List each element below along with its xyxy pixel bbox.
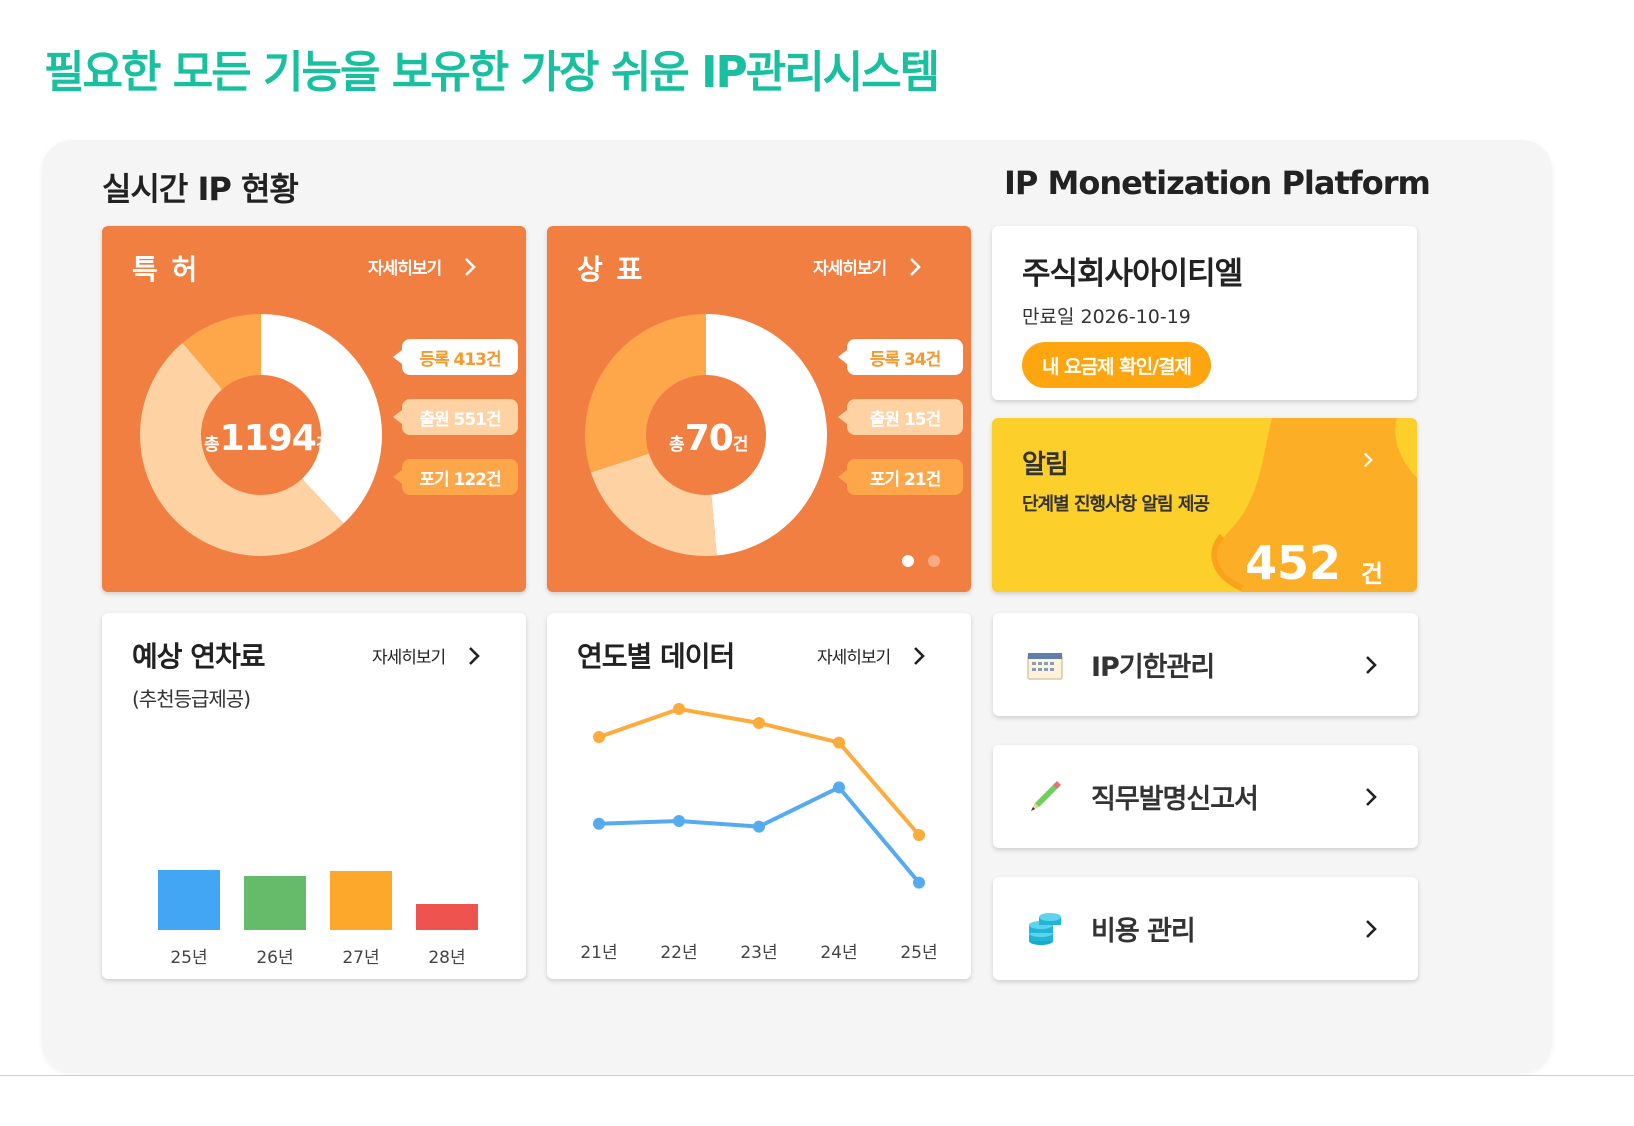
fee-x-label: 27년: [342, 948, 380, 968]
total-prefix: 총: [669, 435, 685, 455]
series-line-2: [598, 785, 921, 884]
data-point[interactable]: [833, 781, 845, 794]
trademark-total: 총 70 건: [669, 418, 748, 459]
yearly-x-label: 21년: [580, 943, 617, 963]
data-point[interactable]: [753, 717, 765, 729]
fee-x-label: 25년: [170, 948, 208, 968]
fee-bar[interactable]: [416, 904, 478, 930]
alarm-subtitle: 단계별 진행사항 알림 제공: [1022, 494, 1210, 515]
data-point[interactable]: [673, 703, 685, 715]
trademark-more-link[interactable]: 자세히보기: [813, 254, 926, 279]
expire-date: 만료일 2026-10-19: [1022, 306, 1191, 328]
coins-icon: [1029, 912, 1061, 945]
trademark-applied-badge: 출원 15건: [838, 399, 963, 435]
patent-more-link[interactable]: 자세히보기: [368, 254, 481, 279]
yearly-x-label: 25년: [900, 943, 937, 963]
more-label: 자세히보기: [813, 259, 887, 279]
total-unit: 건: [732, 435, 749, 455]
chevron-right-icon: [910, 257, 922, 276]
fee-x-label: 28년: [428, 948, 466, 968]
data-point[interactable]: [913, 876, 925, 889]
total-prefix: 총: [204, 435, 220, 455]
page-headline: 필요한 모든 기능을 보유한 가장 쉬운 IP관리시스템: [44, 47, 940, 98]
trademark-card: 상 표 자세히보기 총 70 건 등록 34건 출원 15건 포기 21건: [547, 226, 971, 592]
menu-label: 비용 관리: [1091, 916, 1196, 947]
yearly-x-label: 24년: [820, 943, 857, 963]
fee-bar[interactable]: [244, 876, 306, 930]
patent-applied-badge: 출원 551건: [393, 399, 518, 435]
chevron-right-icon: [1366, 787, 1377, 806]
monetization-title: IP Monetization Platform: [1004, 164, 1431, 202]
menu-label: IP기한관리: [1091, 652, 1215, 683]
pencil-icon: [1031, 780, 1061, 811]
alarm-card[interactable]: 알림 단계별 진행사항 알림 제공 452 건: [992, 418, 1417, 592]
patent-abandoned-badge: 포기 122건: [393, 459, 518, 495]
annual-fee-card: 예상 연차료 (추천등급제공) 자세히보기 25년 26년 27년 28년: [102, 613, 526, 979]
data-point[interactable]: [913, 829, 925, 841]
company-name: 주식회사아이티엘: [1022, 256, 1243, 292]
alarm-count: 452: [1244, 536, 1341, 590]
fee-bar-chart: 25년 26년 27년 28년: [102, 613, 526, 979]
chevron-right-icon: [1366, 919, 1377, 938]
company-card: 주식회사아이티엘 만료일 2026-10-19 내 요금제 확인/결제: [992, 226, 1417, 400]
footer-divider: [0, 1075, 1634, 1076]
data-point[interactable]: [593, 817, 605, 830]
menu-ip-deadline[interactable]: IP기한관리: [993, 613, 1418, 716]
fee-bar[interactable]: [330, 871, 392, 930]
trademark-slice-applied: [590, 453, 717, 556]
trademark-title: 상 표: [577, 253, 645, 286]
chevron-right-icon: [1363, 452, 1373, 468]
data-point[interactable]: [833, 736, 845, 749]
carousel-dots: [902, 555, 940, 567]
total-value: 1194: [219, 418, 317, 459]
yearly-x-label: 23년: [740, 943, 777, 963]
patent-total: 총 1194 건: [204, 418, 331, 459]
menu-label: 직무발명신고서: [1091, 784, 1259, 815]
fee-bar[interactable]: [158, 870, 220, 930]
data-point[interactable]: [673, 815, 685, 827]
yearly-data-card: 연도별 데이터 자세히보기 21년 22년 23년 24년 25년: [547, 613, 971, 979]
data-point[interactable]: [753, 820, 765, 833]
trademark-registered-badge: 등록 34건: [838, 339, 963, 375]
total-value: 70: [684, 418, 734, 459]
menu-cost-management[interactable]: 비용 관리: [993, 877, 1418, 980]
more-label: 자세히보기: [368, 259, 442, 279]
calendar-icon: [1027, 652, 1063, 680]
total-unit: 건: [315, 435, 332, 455]
carousel-dot[interactable]: [928, 555, 940, 567]
plan-payment-button[interactable]: 내 요금제 확인/결제: [1022, 342, 1212, 388]
fee-x-label: 26년: [256, 948, 294, 968]
patent-title: 특 허: [132, 253, 200, 286]
alarm-unit: 건: [1360, 560, 1383, 588]
yearly-x-label: 22년: [660, 943, 697, 963]
yearly-line-chart: 21년 22년 23년 24년 25년: [580, 703, 938, 963]
menu-invention-report[interactable]: 직무발명신고서: [993, 745, 1418, 848]
patent-registered-badge: 등록 413건: [393, 339, 518, 375]
alarm-title: 알림: [1022, 450, 1069, 480]
trademark-abandoned-badge: 포기 21건: [838, 459, 963, 495]
data-point[interactable]: [593, 731, 605, 743]
patent-card: 특 허 자세히보기 총 1194 건 등록 413건 출원 551건 포기 12…: [102, 226, 526, 592]
chevron-right-icon: [1366, 655, 1377, 674]
carousel-dot-active[interactable]: [902, 555, 914, 567]
chevron-right-icon: [465, 257, 477, 276]
realtime-ip-title: 실시간 IP 현황: [102, 170, 299, 208]
